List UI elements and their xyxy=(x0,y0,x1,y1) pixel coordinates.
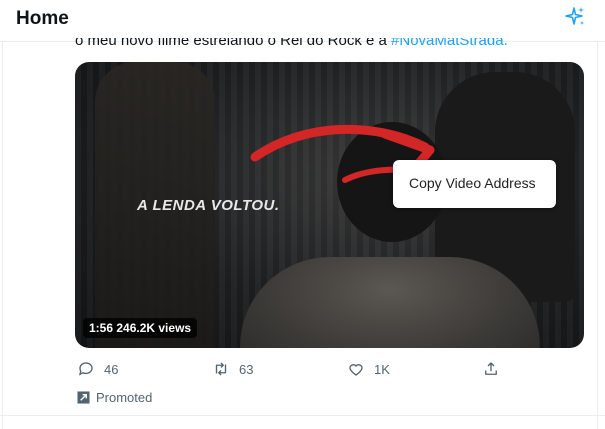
video-player[interactable]: A LENDA VOLTOU. Copy Video Address 1:56 … xyxy=(75,62,584,348)
reply-button[interactable]: 46 xyxy=(77,358,118,380)
retweet-icon xyxy=(215,362,227,376)
promoted-text: Promoted xyxy=(96,390,153,405)
copy-video-address-menu-item[interactable]: Copy Video Address xyxy=(409,175,536,191)
tweet-divider xyxy=(0,415,605,416)
reply-icon xyxy=(78,362,93,376)
promoted-icon xyxy=(77,391,90,404)
video-duration-views: 1:56 246.2K views xyxy=(83,318,198,338)
like-count: 1K xyxy=(374,361,390,377)
like-button[interactable]: 1K xyxy=(347,358,390,380)
promoted-label: Promoted xyxy=(77,390,152,405)
page-title: Home xyxy=(16,8,69,29)
retweet-count: 63 xyxy=(239,361,254,377)
share-button[interactable] xyxy=(482,358,509,380)
heart-icon xyxy=(349,364,363,376)
share-icon xyxy=(485,362,497,375)
reply-count: 46 xyxy=(104,361,119,377)
context-menu: Copy Video Address xyxy=(393,160,556,208)
sparkle-icon[interactable] xyxy=(562,5,586,29)
right-border xyxy=(597,42,598,429)
retweet-button[interactable]: 63 xyxy=(212,358,253,380)
left-border xyxy=(2,42,3,429)
timeline-header: Home xyxy=(0,0,605,42)
